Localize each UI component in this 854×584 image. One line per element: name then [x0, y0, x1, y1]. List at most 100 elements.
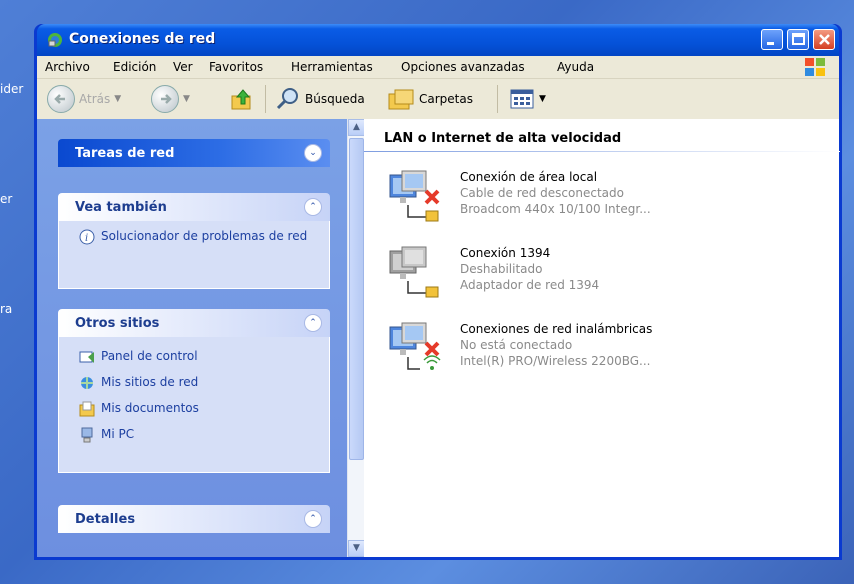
link-mis-documentos[interactable]: Mis documentos [79, 401, 329, 417]
windows-logo-icon [805, 58, 825, 76]
close-button[interactable] [813, 29, 835, 50]
maximize-button[interactable] [787, 29, 809, 50]
panel-body: Panel de control Mis sitios de red Mis d… [58, 337, 330, 473]
connection-status: No está conectado [460, 338, 573, 352]
scroll-down-icon[interactable]: ▼ [348, 540, 365, 557]
chevron-up-icon[interactable]: ⌃ [304, 198, 322, 216]
connection-item[interactable]: Conexión de área local Cable de red desc… [388, 169, 828, 233]
chevron-down-icon[interactable]: ⌄ [304, 144, 322, 162]
scroll-up-icon[interactable]: ▲ [348, 119, 365, 136]
search-icon [276, 88, 298, 110]
panel-title: Tareas de red [75, 146, 175, 161]
connection-device: Broadcom 440x 10/100 Integr... [460, 202, 651, 216]
menu-ayuda[interactable]: Ayuda [557, 60, 594, 74]
connection-name: Conexiones de red inalámbricas [460, 322, 653, 336]
panel-title: Detalles [75, 512, 136, 527]
link-label: Mis sitios de red [101, 375, 199, 389]
views-button[interactable]: ▼ [509, 83, 546, 115]
link-label: Mi PC [101, 427, 135, 441]
lan-disabled-icon [389, 246, 439, 298]
folders-icon [388, 89, 414, 110]
desktop-icon-label[interactable]: ider [0, 82, 23, 96]
up-folder-icon [231, 89, 251, 110]
connection-name: Conexión 1394 [460, 246, 551, 260]
connection-text: Conexiones de red inalámbricas No está c… [460, 321, 652, 369]
link-label: Panel de control [101, 349, 198, 363]
search-button[interactable]: Búsqueda [275, 83, 365, 115]
desktop-icon-label[interactable]: er [0, 192, 12, 206]
chevron-down-icon[interactable]: ▼ [183, 94, 190, 104]
panel-header[interactable]: Detalles ⌃ [58, 505, 330, 533]
panel-title: Vea también [75, 200, 167, 215]
help-icon: i [79, 229, 95, 245]
minimize-button[interactable] [761, 29, 783, 50]
back-button[interactable]: Atrás ▼ [47, 83, 121, 115]
svg-text:i: i [85, 233, 88, 244]
folders-label: Carpetas [419, 92, 473, 106]
chevron-down-icon[interactable]: ▼ [539, 94, 546, 104]
link-panel-de-control[interactable]: Panel de control [79, 349, 329, 365]
forward-button[interactable]: ▼ [151, 83, 190, 115]
panel-tareas-de-red: Tareas de red ⌄ [58, 139, 330, 167]
my-documents-icon [79, 401, 95, 417]
lan-disconnected-icon [389, 170, 440, 222]
menu-archivo[interactable]: Archivo [45, 60, 90, 74]
task-pane-scrollbar[interactable]: ▲ ▼ [347, 119, 365, 557]
search-label: Búsqueda [305, 92, 365, 106]
folders-button[interactable]: Carpetas [387, 83, 473, 115]
menu-edicion[interactable]: Edición [113, 60, 156, 74]
forward-arrow-icon [151, 85, 179, 113]
group-header: LAN o Internet de alta velocidad [384, 131, 622, 146]
desktop-icon-label[interactable]: ra [0, 302, 12, 316]
connections-list[interactable]: LAN o Internet de alta velocidad Conexió… [364, 119, 840, 557]
chevron-down-icon[interactable]: ▼ [114, 94, 121, 104]
my-computer-icon [81, 427, 93, 443]
connection-device: Intel(R) PRO/Wireless 2200BG... [460, 354, 651, 368]
views-icon [510, 89, 534, 109]
back-arrow-icon [47, 85, 75, 113]
connection-status: Deshabilitado [460, 262, 543, 276]
task-pane[interactable]: Tareas de red ⌄ Vea también ⌃ i Solucion… [37, 119, 349, 557]
menu-ver[interactable]: Ver [173, 60, 193, 74]
up-folder-button[interactable] [229, 83, 255, 115]
title-bar[interactable]: Conexiones de red [37, 24, 839, 56]
panel-header[interactable]: Vea también ⌃ [58, 193, 330, 221]
minimize-icon [767, 42, 774, 45]
window-title: Conexiones de red [69, 31, 216, 47]
connection-status: Cable de red desconectado [460, 186, 624, 200]
scroll-thumb[interactable] [349, 138, 364, 460]
maximize-icon [792, 33, 805, 45]
menu-herramientas[interactable]: Herramientas [291, 60, 373, 74]
connection-text: Conexión de área local Cable de red desc… [460, 169, 651, 217]
panel-body: i Solucionador de problemas de red [58, 221, 330, 289]
menu-favoritos[interactable]: Favoritos [209, 60, 263, 74]
link-label: Mis documentos [101, 401, 199, 415]
panel-vea-tambien: Vea también ⌃ i Solucionador de problema… [58, 193, 330, 289]
connection-item[interactable]: Conexión 1394 Deshabilitado Adaptador de… [388, 245, 828, 309]
panel-detalles: Detalles ⌃ [58, 505, 330, 533]
link-solucionador[interactable]: i Solucionador de problemas de red [79, 229, 329, 245]
panel-title: Otros sitios [75, 316, 160, 331]
link-mis-sitios-de-red[interactable]: Mis sitios de red [79, 375, 329, 391]
panel-header[interactable]: Tareas de red ⌄ [58, 139, 330, 167]
menu-opciones-avanzadas[interactable]: Opciones avanzadas [401, 60, 525, 74]
connection-item[interactable]: Conexiones de red inalámbricas No está c… [388, 321, 828, 385]
explorer-window: Conexiones de red Archivo Edición Ver Fa… [34, 24, 842, 560]
link-mi-pc[interactable]: Mi PC [79, 427, 329, 443]
network-connections-icon [48, 33, 62, 47]
connection-text: Conexión 1394 Deshabilitado Adaptador de… [460, 245, 599, 293]
back-label: Atrás [79, 92, 111, 106]
chevron-up-icon[interactable]: ⌃ [304, 510, 322, 528]
connection-name: Conexión de área local [460, 170, 598, 184]
menu-bar: Archivo Edición Ver Favoritos Herramient… [37, 56, 839, 79]
wireless-disconnected-icon [389, 322, 441, 370]
group-divider [364, 151, 840, 152]
toolbar: Atrás ▼ ▼ Búsqueda Carpetas ▼ [37, 79, 839, 120]
link-label: Solucionador de problemas de red [101, 229, 308, 243]
control-panel-icon [79, 351, 94, 363]
panel-otros-sitios: Otros sitios ⌃ Panel de control Mis siti… [58, 309, 330, 473]
panel-header[interactable]: Otros sitios ⌃ [58, 309, 330, 337]
connection-device: Adaptador de red 1394 [460, 278, 600, 292]
chevron-up-icon[interactable]: ⌃ [304, 314, 322, 332]
network-places-icon [81, 377, 93, 389]
